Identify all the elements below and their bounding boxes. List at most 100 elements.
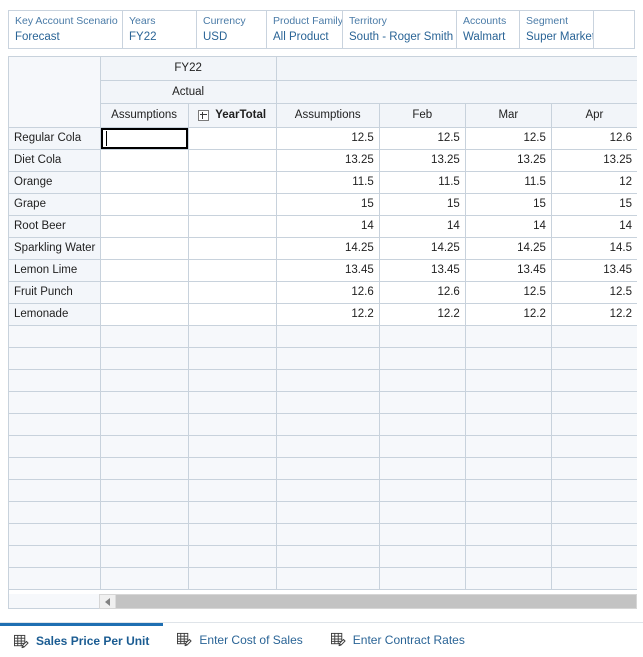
row-header-lemon-lime[interactable]: Lemon Lime [9, 259, 101, 282]
column-header-yeartotal[interactable]: YearTotal [188, 103, 277, 128]
grid-cell[interactable]: 12.5 [379, 127, 466, 150]
grid-cell[interactable]: 11.5 [465, 171, 552, 194]
column-header-mar[interactable]: Mar [465, 103, 552, 128]
pov-member-value[interactable]: USD [203, 29, 260, 45]
grid-cell[interactable] [100, 193, 189, 216]
pov-member-value[interactable]: FY22 [129, 29, 190, 45]
pov-cell-product-family[interactable]: Product Family All Product [267, 11, 343, 48]
table-row-empty[interactable] [9, 545, 637, 568]
grid-cell[interactable]: 14 [379, 215, 466, 238]
table-row-empty[interactable] [9, 479, 637, 502]
grid-cell[interactable] [100, 259, 189, 282]
row-header-root-beer[interactable]: Root Beer [9, 215, 101, 238]
grid-cell[interactable]: 12.2 [379, 303, 466, 326]
table-row-empty[interactable] [9, 369, 637, 392]
pov-cell-segment[interactable]: Segment Super Market [520, 11, 594, 48]
grid-cell[interactable] [188, 193, 277, 216]
grid-cell[interactable] [188, 259, 277, 282]
grid-cell[interactable]: 12.2 [465, 303, 552, 326]
horizontal-scrollbar[interactable] [99, 594, 637, 609]
table-row-empty[interactable] [9, 523, 637, 546]
scrollbar-thumb[interactable] [116, 595, 636, 608]
grid-cell[interactable] [188, 171, 277, 194]
row-header-grape[interactable]: Grape [9, 193, 101, 216]
table-row[interactable]: Lemon Lime 13.45 13.45 13.45 13.45 [9, 259, 637, 282]
grid-cell[interactable] [100, 171, 189, 194]
grid-cell[interactable] [100, 237, 189, 260]
table-row-empty[interactable] [9, 567, 637, 590]
pov-cell-accounts[interactable]: Accounts Walmart [457, 11, 520, 48]
grid-cell[interactable] [100, 149, 189, 172]
table-row-empty[interactable] [9, 325, 637, 348]
grid-cell[interactable]: 14.25 [379, 237, 466, 260]
grid-cell[interactable]: 11.5 [379, 171, 466, 194]
row-header-fruit-punch[interactable]: Fruit Punch [9, 281, 101, 304]
data-grid[interactable]: FY22 Actual Assumptions YearTotal Assumption… [8, 56, 637, 601]
grid-cell[interactable]: 13.45 [379, 259, 466, 282]
table-row[interactable]: Grape 15 15 15 15 [9, 193, 637, 216]
pov-member-value[interactable]: South - Roger Smith [349, 29, 453, 45]
tab-enter-cost-of-sales[interactable]: Enter Cost of Sales [163, 623, 316, 656]
scroll-left-button[interactable] [100, 595, 116, 608]
table-row-empty[interactable] [9, 391, 637, 414]
table-row-empty[interactable] [9, 413, 637, 436]
table-row-empty[interactable] [9, 457, 637, 480]
grid-cell[interactable]: 12.5 [465, 281, 552, 304]
grid-cell[interactable]: 14 [465, 215, 552, 238]
grid-cell[interactable]: 15 [551, 193, 637, 216]
grid-cell[interactable]: 12 [551, 171, 637, 194]
column-header-actual[interactable]: Actual [100, 80, 277, 104]
row-header-diet-cola[interactable]: Diet Cola [9, 149, 101, 172]
grid-cell[interactable]: 12.5 [551, 281, 637, 304]
table-row[interactable]: Fruit Punch 12.6 12.6 12.5 12.5 [9, 281, 637, 304]
grid-cell[interactable] [100, 281, 189, 304]
grid-cell[interactable]: 13.45 [551, 259, 637, 282]
grid-cell[interactable]: 12.2 [276, 303, 380, 326]
grid-cell[interactable]: 14 [551, 215, 637, 238]
table-row-empty[interactable] [9, 435, 637, 458]
grid-cell[interactable]: 15 [379, 193, 466, 216]
grid-cell[interactable]: 11.5 [276, 171, 380, 194]
table-row-empty[interactable] [9, 347, 637, 370]
table-row-empty[interactable] [9, 501, 637, 524]
grid-cell[interactable]: 14 [276, 215, 380, 238]
column-header-fy22[interactable]: FY22 [100, 57, 277, 81]
grid-cell[interactable]: 12.6 [276, 281, 380, 304]
grid-cell[interactable] [188, 127, 277, 150]
grid-cell[interactable]: 13.45 [276, 259, 380, 282]
grid-cell[interactable]: 14.25 [276, 237, 380, 260]
pov-cell-years[interactable]: Years FY22 [123, 11, 197, 48]
table-row[interactable]: Root Beer 14 14 14 14 [9, 215, 637, 238]
grid-cell[interactable] [188, 281, 277, 304]
grid-cell[interactable] [188, 215, 277, 238]
expand-plus-icon[interactable] [198, 109, 210, 121]
column-header-apr[interactable]: Apr [551, 103, 637, 128]
grid-cell[interactable]: 13.45 [465, 259, 552, 282]
grid-cell[interactable]: 12.5 [465, 127, 552, 150]
column-header-feb[interactable]: Feb [379, 103, 466, 128]
grid-cell[interactable]: 13.25 [276, 149, 380, 172]
tab-sales-price-per-unit[interactable]: Sales Price Per Unit [0, 623, 164, 656]
pov-cell-key-account-scenario[interactable]: Key Account Scenario Forecast [9, 11, 123, 48]
grid-cell[interactable] [188, 237, 277, 260]
grid-cell[interactable]: 15 [465, 193, 552, 216]
grid-cell[interactable]: 13.25 [465, 149, 552, 172]
grid-body[interactable]: Regular Cola 12.5 12.5 12.5 12.6 Diet Cola 13.… [9, 127, 637, 590]
table-row[interactable]: Regular Cola 12.5 12.5 12.5 12.6 [9, 127, 637, 150]
fill-handle[interactable] [185, 146, 188, 148]
grid-cell[interactable]: 14.5 [551, 237, 637, 260]
table-row[interactable]: Lemonade 12.2 12.2 12.2 12.2 [9, 303, 637, 326]
pov-cell-territory[interactable]: Territory South - Roger Smith [343, 11, 457, 48]
pov-member-value[interactable]: Forecast [15, 29, 116, 45]
grid-cell[interactable] [188, 303, 277, 326]
column-header-assumptions[interactable]: Assumptions [276, 103, 380, 128]
grid-cell[interactable]: 14.25 [465, 237, 552, 260]
grid-cell-selected[interactable] [100, 127, 189, 150]
table-row[interactable]: Diet Cola 13.25 13.25 13.25 13.25 [9, 149, 637, 172]
grid-cell[interactable]: 15 [276, 193, 380, 216]
grid-cell[interactable] [100, 303, 189, 326]
row-header-lemonade[interactable]: Lemonade [9, 303, 101, 326]
pov-member-value[interactable]: Walmart [463, 29, 513, 45]
column-header-assumptions[interactable]: Assumptions [100, 103, 189, 128]
grid-cell[interactable] [188, 149, 277, 172]
